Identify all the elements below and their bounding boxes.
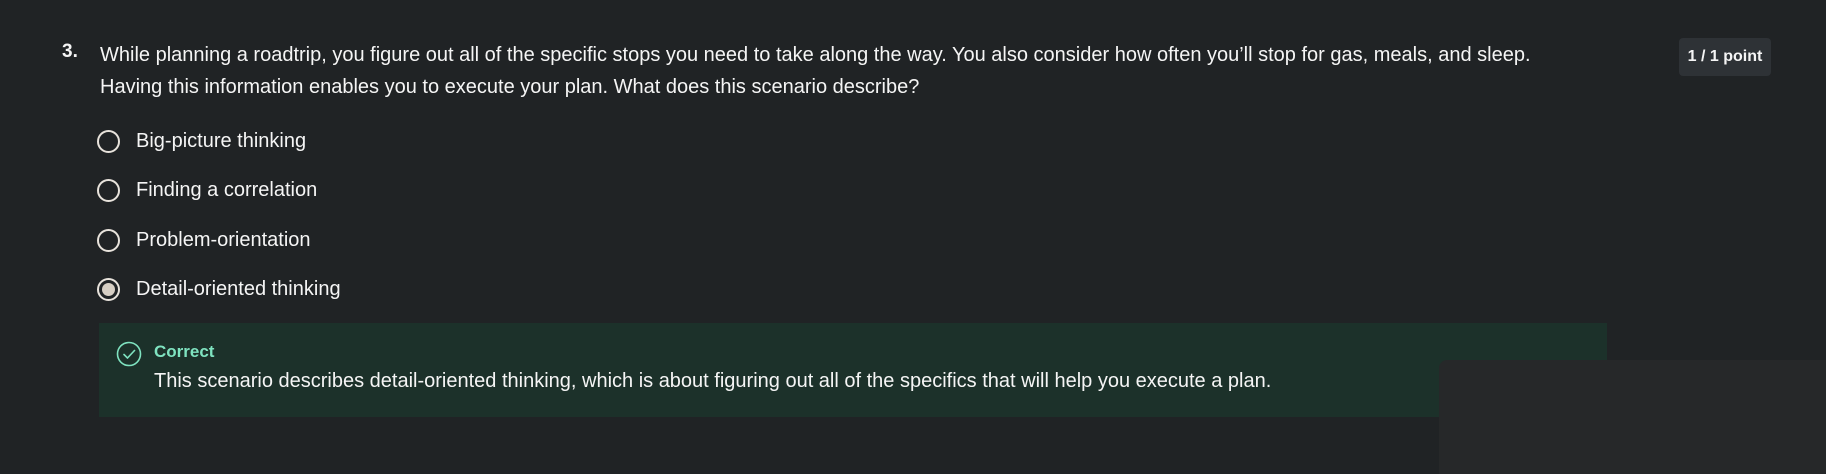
feedback-panel: Correct This scenario describes detail-o… xyxy=(99,323,1607,417)
option-problem-orientation[interactable]: Problem-orientation xyxy=(97,225,341,255)
feedback-text: This scenario describes detail-oriented … xyxy=(154,370,1272,392)
option-label: Detail-oriented thinking xyxy=(136,278,341,300)
option-finding-a-correlation[interactable]: Finding a correlation xyxy=(97,176,341,206)
radio-selected-dot xyxy=(102,283,115,296)
option-label: Finding a correlation xyxy=(136,179,318,201)
check-circle-icon xyxy=(116,341,142,367)
question-text-line-2: Having this information enables you to e… xyxy=(100,76,920,98)
radio-button-selected[interactable] xyxy=(97,278,120,301)
answer-options: Big-picture thinking Finding a correlati… xyxy=(97,126,341,324)
side-panel xyxy=(1439,360,1826,474)
radio-button[interactable] xyxy=(97,228,120,252)
feedback-title: Correct xyxy=(154,342,215,361)
option-label: Problem-orientation xyxy=(136,228,311,251)
question-text-line-1: While planning a roadtrip, you figure ou… xyxy=(100,44,1531,66)
question-number: 3. xyxy=(62,41,78,62)
points-badge: 1 / 1 point xyxy=(1679,38,1771,76)
option-detail-oriented-thinking[interactable]: Detail-oriented thinking xyxy=(97,275,341,305)
question-text: While planning a roadtrip, you figure ou… xyxy=(100,39,1670,103)
option-label: Big-picture thinking xyxy=(136,129,307,152)
radio-button[interactable] xyxy=(97,129,120,153)
radio-button[interactable] xyxy=(97,179,120,202)
option-big-picture-thinking[interactable]: Big-picture thinking xyxy=(97,126,341,156)
